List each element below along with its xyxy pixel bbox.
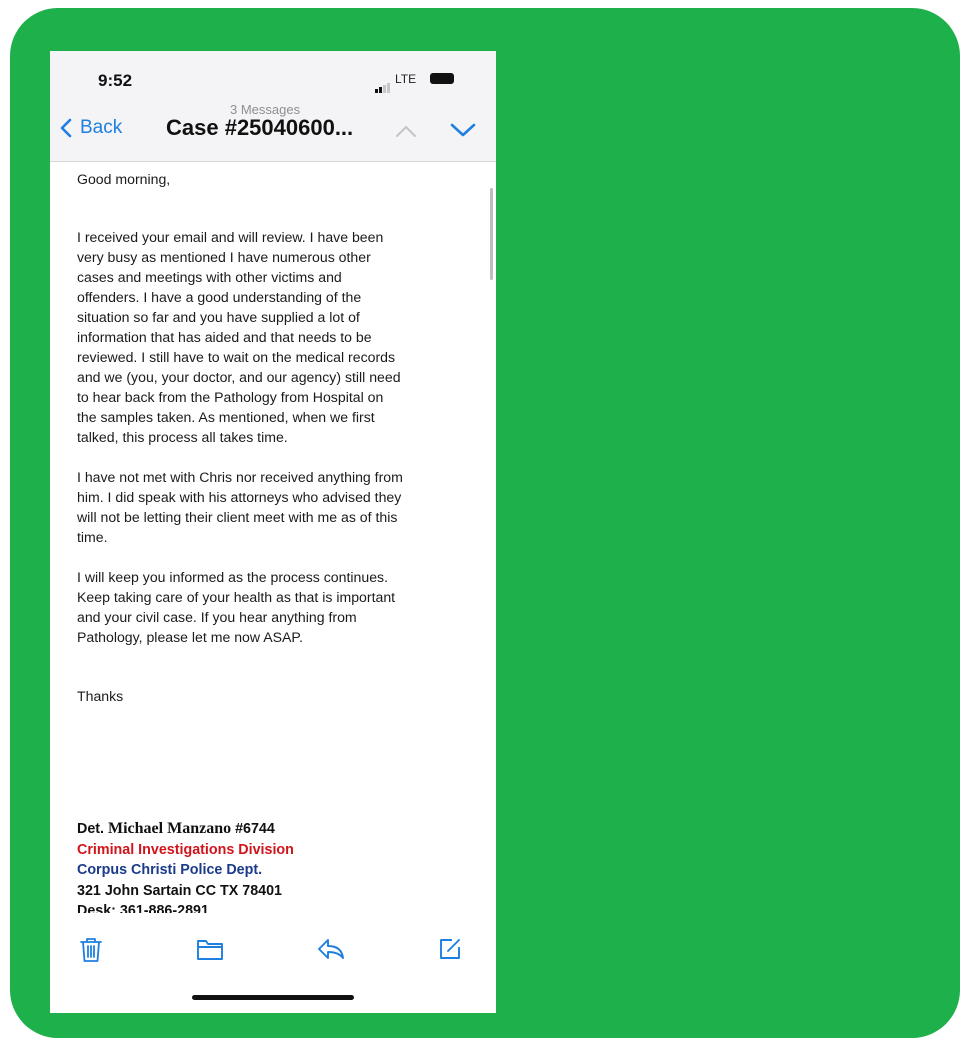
previous-message-icon[interactable] [395,125,417,137]
mail-nav-bar: Back 3 Messages Case #25040600... [50,95,496,162]
signal-icon [375,75,391,93]
signature-badge: #6744 [235,821,275,837]
email-paragraph: I have not met with Chris nor received a… [77,469,403,545]
signature-name: Michael Manzano [108,820,232,837]
signature-department: Corpus Christi Police Dept. [77,862,263,878]
scrollbar[interactable] [490,188,493,280]
trash-icon[interactable] [80,937,102,963]
email-greeting: Good morning, [77,171,171,187]
signature-prefix: Det. [77,821,105,837]
email-paragraph: I will keep you informed as the process … [77,569,396,645]
chevron-left-icon [60,118,72,138]
email-signature: Det. Michael Manzano #6744 Criminal Inve… [77,819,477,922]
network-type: LTE [395,72,417,86]
email-body: Good morning, I received your email and … [77,169,477,706]
phone-screen: 9:52 LTE Back 3 Messages Case #25040600.… [50,51,496,1013]
home-indicator[interactable] [192,995,354,1000]
status-time: 9:52 [98,71,133,90]
back-label: Back [80,117,123,138]
folder-icon[interactable] [196,937,224,961]
reply-icon[interactable] [317,937,345,961]
email-closing: Thanks [77,688,124,704]
email-paragraph: I received your email and will review. I… [77,229,401,445]
next-message-icon[interactable] [450,123,476,137]
back-button[interactable]: Back [60,117,122,139]
email-subject: Case #25040600... [166,115,354,140]
battery-icon [430,73,454,84]
signature-address: 321 John Sartain CC TX 78401 [77,882,283,899]
green-frame: 9:52 LTE Back 3 Messages Case #25040600.… [10,8,960,1038]
signature-division: Criminal Investigations Division [77,841,294,858]
compose-icon[interactable] [438,937,462,961]
